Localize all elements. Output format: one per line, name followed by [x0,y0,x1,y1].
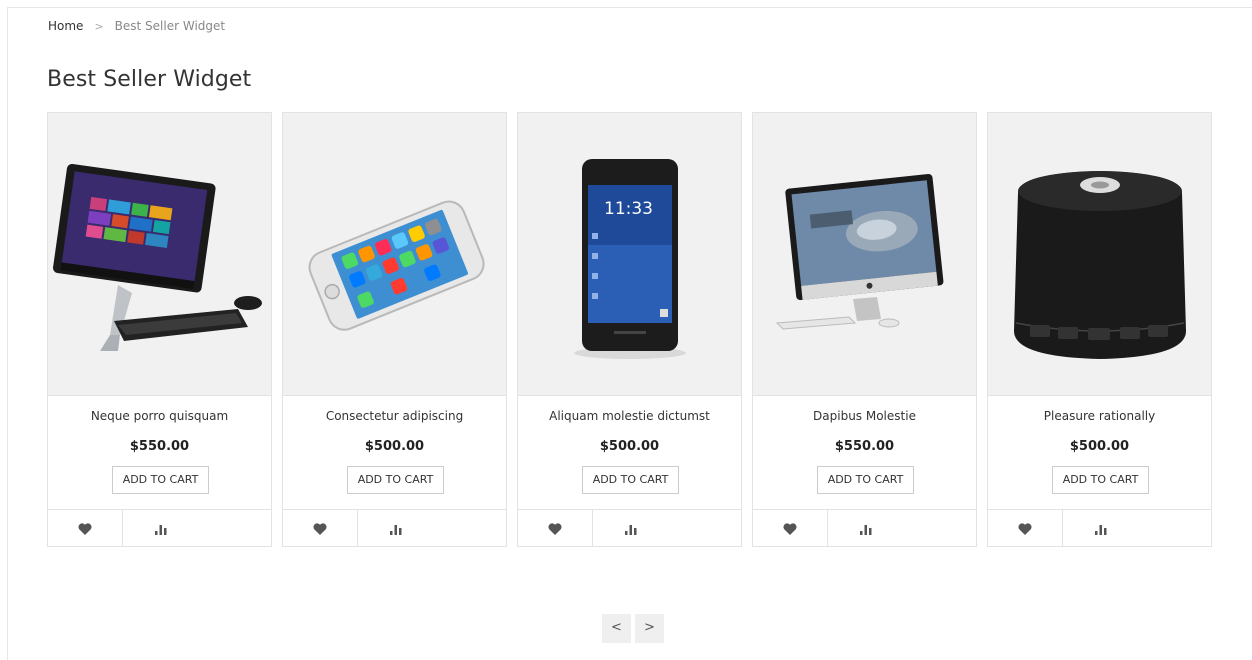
product-image[interactable] [48,113,271,396]
product-actions [48,509,271,547]
add-to-cart-button[interactable]: ADD TO CART [112,466,209,494]
product-actions [283,509,506,547]
compare-button[interactable] [1063,510,1138,547]
add-to-cart-button[interactable]: ADD TO CART [1052,466,1149,494]
heart-icon [548,522,562,535]
wishlist-button[interactable] [283,510,358,547]
product-actions [518,509,741,547]
heart-icon [783,522,797,535]
wishlist-button[interactable] [753,510,828,547]
product-price: $550.00 [834,439,895,454]
product-price: $500.00 [599,439,660,454]
wishlist-button[interactable] [48,510,123,547]
product-price: $500.00 [1069,439,1130,454]
bar-chart-icon [154,524,166,535]
product-name[interactable]: Dapibus Molestie [753,409,976,423]
add-to-cart-button[interactable]: ADD TO CART [582,466,679,494]
heart-icon [78,522,92,535]
compare-button[interactable] [593,510,668,547]
product-price: $500.00 [364,439,425,454]
breadcrumb-home-link[interactable]: Home [48,19,83,33]
bar-chart-icon [389,524,401,535]
heart-icon [313,522,327,535]
breadcrumb-current: Best Seller Widget [114,19,226,33]
product-actions [988,509,1211,547]
product-name[interactable]: Aliquam molestie dictumst [518,409,741,423]
page-title: Best Seller Widget [47,67,252,92]
product-image[interactable]: 11:33 [518,113,741,396]
product-name[interactable]: Consectetur adipiscing [283,409,506,423]
breadcrumb: Home > Best Seller Widget [48,19,225,33]
add-to-cart-button[interactable]: ADD TO CART [817,466,914,494]
wishlist-button[interactable] [988,510,1063,547]
product-name[interactable]: Pleasure rationally [988,409,1211,423]
product-price: $550.00 [129,439,190,454]
product-grid: Neque porro quisquam $550.00 ADD TO CART [47,112,1212,547]
carousel-prev-button[interactable]: < [602,614,631,643]
wishlist-button[interactable] [518,510,593,547]
product-actions [753,509,976,547]
phone-screen-clock: 11:33 [604,199,653,219]
carousel-next-button[interactable]: > [635,614,664,643]
product-card: Pleasure rationally $500.00 ADD TO CART [987,112,1212,547]
compare-button[interactable] [123,510,198,547]
product-image[interactable] [988,113,1211,396]
product-name[interactable]: Neque porro quisquam [48,409,271,423]
compare-button[interactable] [828,510,903,547]
product-image[interactable] [753,113,976,396]
bar-chart-icon [859,524,871,535]
add-to-cart-button[interactable]: ADD TO CART [347,466,444,494]
product-card: Consectetur adipiscing $500.00 ADD TO CA… [282,112,507,547]
breadcrumb-separator: > [94,19,104,33]
bar-chart-icon [1094,524,1106,535]
product-card: Neque porro quisquam $550.00 ADD TO CART [47,112,272,547]
heart-icon [1018,522,1032,535]
product-card: Dapibus Molestie $550.00 ADD TO CART [752,112,977,547]
compare-button[interactable] [358,510,433,547]
product-image[interactable] [283,113,506,396]
product-card: 11:33 Aliquam molestie dictumst $500.00 … [517,112,742,547]
bar-chart-icon [624,524,636,535]
carousel-pager: < > [602,614,664,643]
